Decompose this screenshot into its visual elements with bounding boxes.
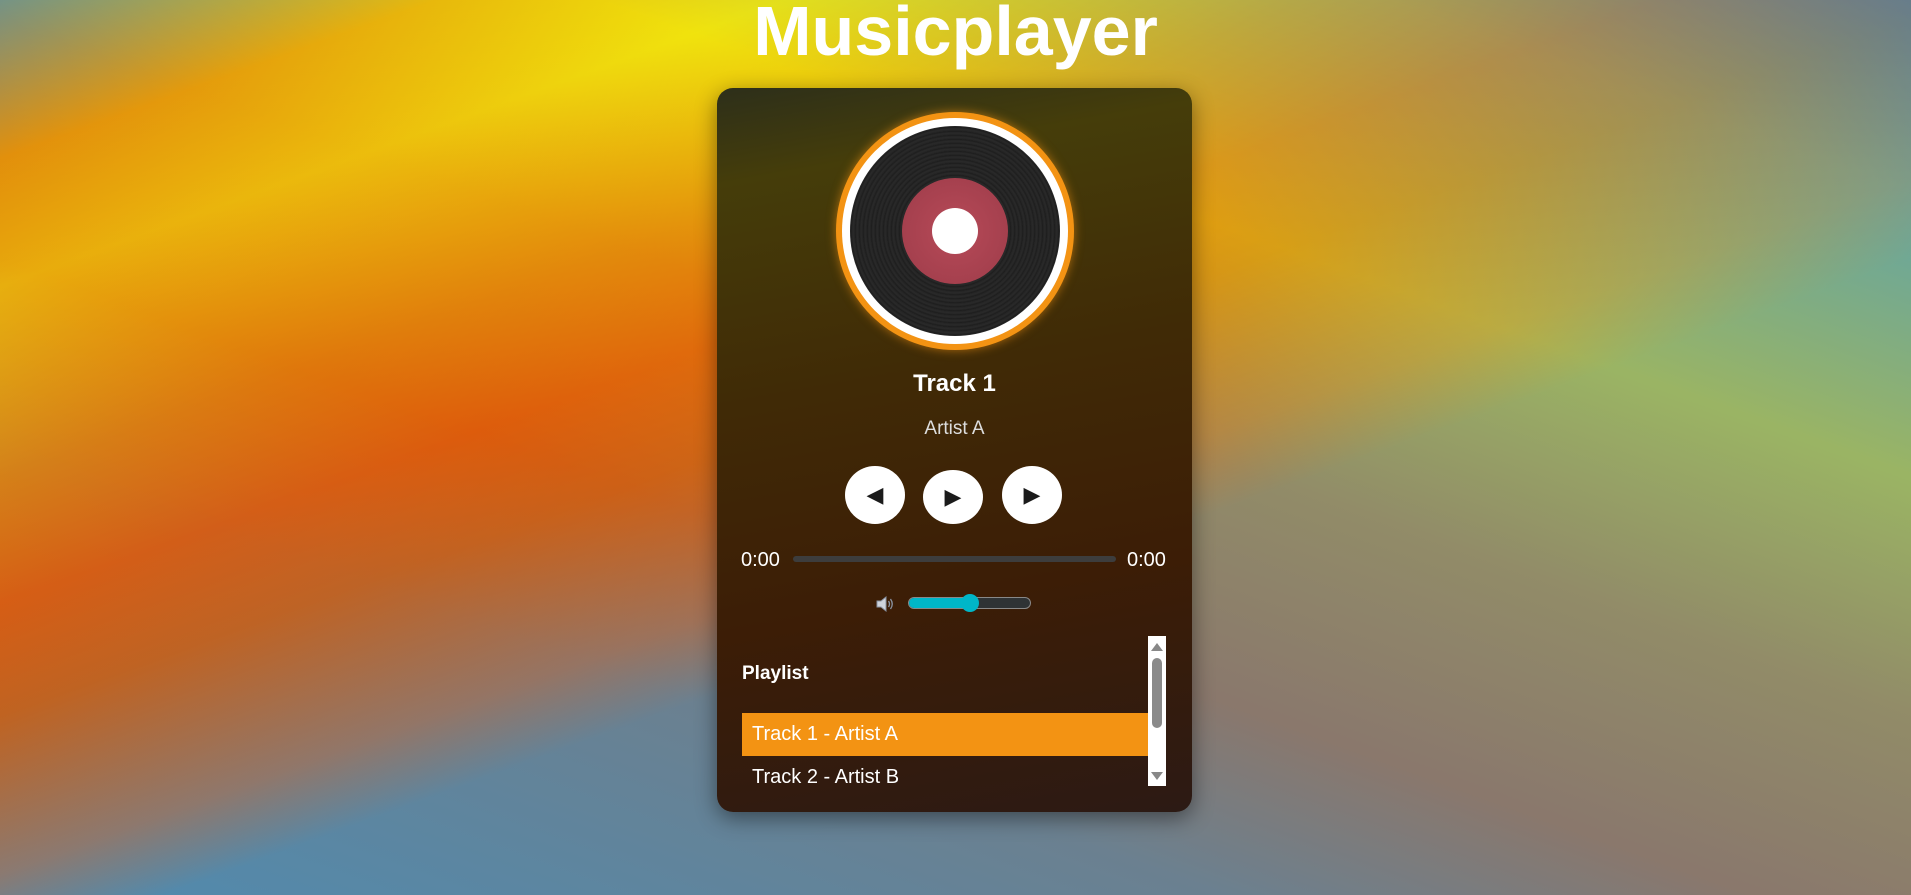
track-title: Track 1 [913,370,996,397]
previous-button[interactable]: ◀ [845,466,905,524]
play-icon: ▶ [944,484,962,509]
playlist-scrollbar[interactable] [1148,636,1166,786]
playlist-heading: Playlist [742,663,809,684]
album-art-record [836,112,1074,350]
playlist-panel: Playlist Track 1 - Artist A Track 2 - Ar… [742,636,1166,786]
volume-slider[interactable] [908,594,1031,612]
vinyl-disc-icon [850,126,1060,336]
playlist-item[interactable]: Track 1 - Artist A [742,713,1148,756]
track-artist: Artist A [924,418,985,439]
record-center-hole [932,208,978,254]
music-player-card: Track 1 Artist A ◀ ▶ ▶ 0:00 0:00 Playlis… [717,88,1192,812]
previous-icon: ◀ [866,482,884,507]
progress-bar[interactable] [793,556,1116,562]
scrollbar-thumb[interactable] [1152,658,1162,728]
scroll-up-arrow-icon[interactable] [1151,643,1163,651]
record-label [902,178,1008,284]
next-icon: ▶ [1023,482,1041,507]
page-title: Musicplayer [753,0,1158,70]
total-time: 0:00 [1127,549,1166,571]
play-button[interactable]: ▶ [923,470,983,524]
next-button[interactable]: ▶ [1002,466,1062,524]
volume-slider-handle[interactable] [960,594,979,612]
scroll-down-arrow-icon[interactable] [1151,772,1163,780]
playlist-list: Track 1 - Artist A Track 2 - Artist B [742,713,1148,786]
current-time: 0:00 [741,549,780,571]
speaker-icon [876,595,893,613]
record-rim [842,118,1068,344]
playlist-item[interactable]: Track 2 - Artist B [742,756,1148,786]
